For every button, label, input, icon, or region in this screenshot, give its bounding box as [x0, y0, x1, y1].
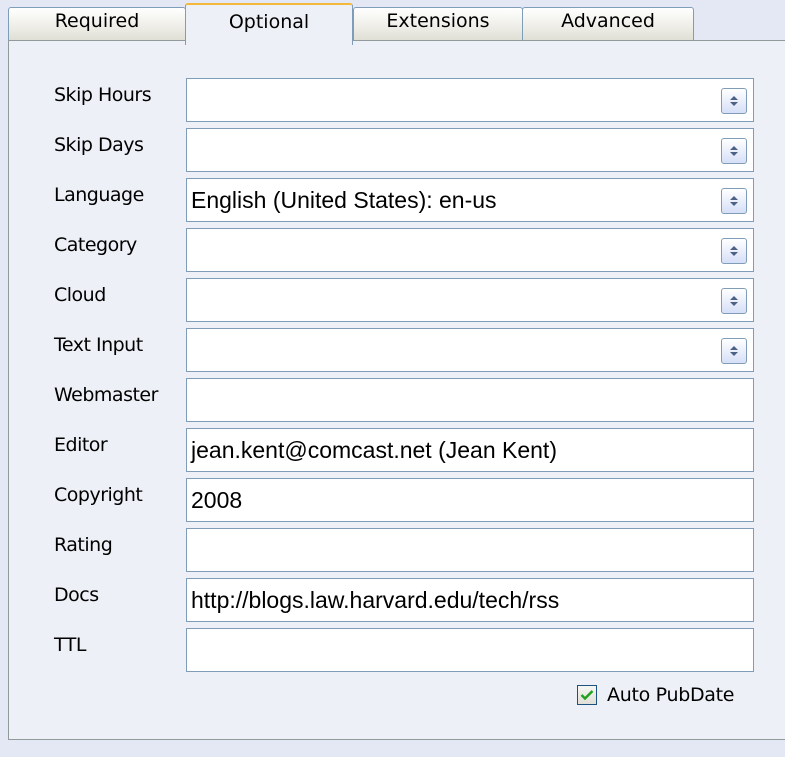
docs-row: Docs http://blogs.law.harvard.edu/tech/r… — [9, 578, 785, 622]
skip-days-row: Skip Days — [9, 128, 785, 172]
editor-label: Editor — [54, 434, 108, 456]
docs-label: Docs — [54, 584, 99, 606]
webmaster-field[interactable] — [186, 378, 754, 422]
webmaster-row: Webmaster — [9, 378, 785, 422]
auto-pubdate-checkbox[interactable] — [577, 685, 597, 705]
ttl-row: TTL — [9, 628, 785, 672]
auto-pubdate-control[interactable]: Auto PubDate — [577, 681, 735, 709]
skip-hours-dropdown-button[interactable] — [721, 88, 747, 114]
auto-pubdate-label: Auto PubDate — [607, 684, 735, 706]
text-input-dropdown-button[interactable] — [721, 338, 747, 364]
cloud-dropdown[interactable] — [186, 278, 754, 322]
skip-hours-dropdown[interactable] — [186, 78, 754, 122]
category-row: Category — [9, 228, 785, 272]
text-input-dropdown[interactable] — [186, 328, 754, 372]
spinner-arrows-icon — [730, 146, 738, 156]
skip-days-label: Skip Days — [54, 134, 144, 156]
ttl-label: TTL — [54, 634, 86, 656]
category-dropdown-button[interactable] — [721, 238, 747, 264]
language-row: Language English (United States): en-us — [9, 178, 785, 222]
tab-advanced-label: Advanced — [561, 10, 655, 32]
rating-row: Rating — [9, 528, 785, 572]
copyright-label: Copyright — [54, 484, 143, 506]
spinner-arrows-icon — [730, 196, 738, 206]
tab-optional[interactable]: Optional — [185, 3, 353, 45]
text-input-label: Text Input — [54, 334, 143, 356]
skip-days-dropdown[interactable] — [186, 128, 754, 172]
spinner-arrows-icon — [730, 346, 738, 356]
language-dropdown[interactable]: English (United States): en-us — [186, 178, 754, 222]
optional-panel: Skip Hours Skip Days Language English (U… — [8, 40, 785, 740]
language-value: English (United States): en-us — [191, 187, 497, 213]
tab-extensions-label: Extensions — [386, 10, 490, 32]
tab-extensions[interactable]: Extensions — [353, 7, 523, 43]
ttl-field[interactable] — [186, 628, 754, 672]
rating-label: Rating — [54, 534, 113, 556]
webmaster-label: Webmaster — [54, 384, 158, 406]
tab-required-label: Required — [54, 10, 140, 32]
cloud-label: Cloud — [54, 284, 106, 306]
skip-hours-label: Skip Hours — [54, 84, 152, 106]
text-input-row: Text Input — [9, 328, 785, 372]
tab-required[interactable]: Required — [8, 7, 186, 43]
language-label: Language — [54, 184, 144, 206]
checkmark-icon — [580, 690, 594, 701]
cloud-dropdown-button[interactable] — [721, 288, 747, 314]
editor-field[interactable]: jean.kent@comcast.net (Jean Kent) — [186, 428, 754, 472]
category-dropdown[interactable] — [186, 228, 754, 272]
skip-hours-row: Skip Hours — [9, 78, 785, 122]
tab-strip: Required Optional Extensions Advanced — [8, 3, 698, 45]
cloud-row: Cloud — [9, 278, 785, 322]
spinner-arrows-icon — [730, 296, 738, 306]
rating-field[interactable] — [186, 528, 754, 572]
spinner-arrows-icon — [730, 96, 738, 106]
docs-field[interactable]: http://blogs.law.harvard.edu/tech/rss — [186, 578, 754, 622]
tab-advanced[interactable]: Advanced — [522, 7, 694, 43]
copyright-row: Copyright 2008 — [9, 478, 785, 522]
skip-days-dropdown-button[interactable] — [721, 138, 747, 164]
spinner-arrows-icon — [730, 246, 738, 256]
category-label: Category — [54, 234, 137, 256]
editor-row: Editor jean.kent@comcast.net (Jean Kent) — [9, 428, 785, 472]
copyright-field[interactable]: 2008 — [186, 478, 754, 522]
tab-optional-label: Optional — [228, 11, 310, 33]
language-dropdown-button[interactable] — [721, 188, 747, 214]
